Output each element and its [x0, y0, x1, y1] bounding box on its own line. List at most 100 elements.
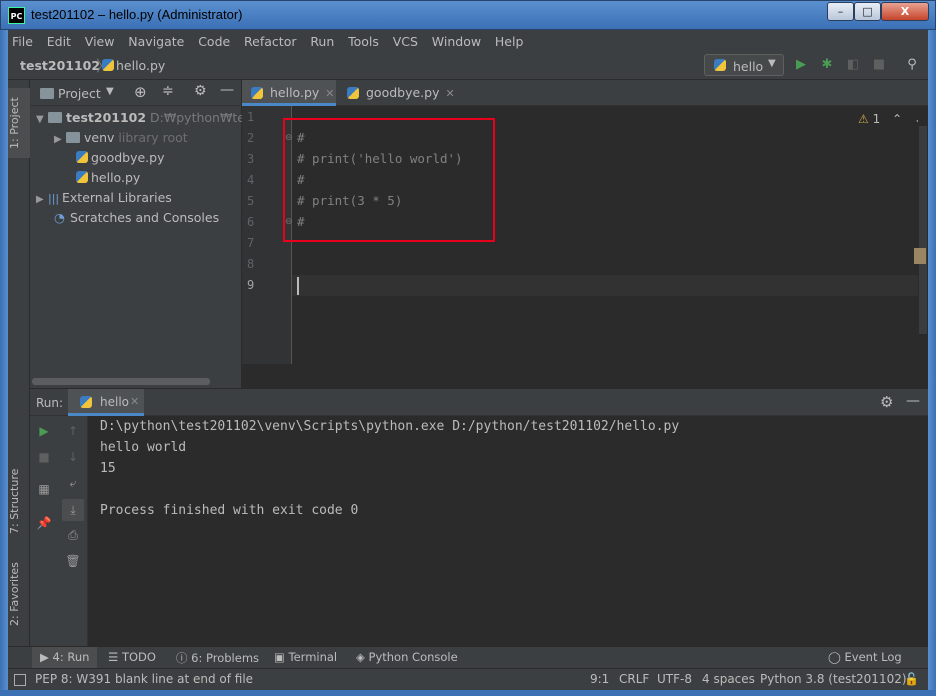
scroll-to-end-icon[interactable]: ⤓: [62, 499, 84, 521]
restore-layout-icon[interactable]: ▦: [35, 480, 53, 498]
menu-tools[interactable]: Tools: [344, 30, 383, 49]
print-icon[interactable]: ⎙: [64, 526, 82, 544]
tab-hello-py[interactable]: hello.py ✕: [242, 80, 336, 106]
python-console-icon: ◈: [356, 650, 365, 664]
structure-tool-tab[interactable]: 7: Structure: [8, 462, 30, 540]
editor-tab-bar: hello.py ✕ goodbye.py ✕: [242, 80, 928, 106]
tool-tab-run[interactable]: ▶ 4: Run: [32, 647, 98, 668]
menu-view[interactable]: View: [81, 30, 119, 49]
tool-window-bar: ▶ 4: Run ☰ TODO ⓘ 6: Problems ▣ Terminal…: [8, 646, 928, 668]
tree-item-label: Scratches and Consoles: [70, 210, 220, 225]
inspection-widget[interactable]: ⚠ 1 ⌃ ⌄: [858, 112, 924, 126]
locate-icon[interactable]: ⊕: [134, 83, 147, 101]
tree-item-external-libraries[interactable]: ▶ ||| External Libraries: [30, 188, 242, 208]
line-separator[interactable]: CRLF: [619, 672, 649, 686]
red-highlight-annotation: [283, 118, 495, 242]
tree-item-venv[interactable]: ▶ venv library root: [30, 128, 242, 148]
menu-file[interactable]: File: [8, 30, 37, 49]
rerun-icon[interactable]: ▶: [35, 422, 53, 440]
menu-run[interactable]: Run: [306, 30, 338, 49]
menu-edit[interactable]: Edit: [43, 30, 75, 49]
search-icon[interactable]: ⚲: [903, 56, 921, 74]
run-icon[interactable]: ▶: [792, 56, 810, 74]
line-number: 3: [247, 152, 255, 166]
caret-position[interactable]: 9:1: [590, 672, 609, 686]
run-tab-hello[interactable]: hello ✕: [68, 389, 144, 416]
tree-item-scratches[interactable]: ◔ Scratches and Consoles: [30, 208, 242, 228]
tool-tab-python-console[interactable]: ◈ Python Console: [356, 650, 458, 664]
run-icon: ▶: [40, 650, 49, 664]
tree-item-label: test201102: [66, 110, 147, 125]
tree-item-goodbye[interactable]: goodbye.py: [30, 148, 242, 168]
project-tool-tab[interactable]: 1: Project: [8, 88, 30, 158]
menu-bar: File Edit View Navigate Code Refactor Ru…: [8, 30, 928, 52]
tool-tab-terminal[interactable]: ▣ Terminal: [274, 650, 337, 664]
minimize-button[interactable]: –: [827, 2, 854, 21]
python-file-icon: [347, 87, 359, 99]
editor-scrollbar[interactable]: [914, 106, 928, 364]
event-log-icon: ◯: [828, 650, 841, 664]
tree-item-label: hello.py: [91, 170, 141, 185]
tree-item-hello[interactable]: hello.py: [30, 168, 242, 188]
tool-tab-label: Terminal: [288, 650, 338, 664]
soft-wrap-icon[interactable]: ⤶: [64, 474, 82, 492]
arrow-up-icon[interactable]: ↑: [64, 422, 82, 440]
chevron-down-icon[interactable]: ▼: [106, 86, 114, 97]
indent-setting[interactable]: 4 spaces: [702, 672, 755, 686]
tool-tab-problems[interactable]: ⓘ 6: Problems: [176, 650, 259, 666]
tab-goodbye-py[interactable]: goodbye.py ✕: [338, 80, 455, 106]
console-output[interactable]: D:\python\test201102\venv\Scripts\python…: [88, 416, 928, 646]
tree-item-root[interactable]: ▼ test201102 D:₩python₩test20: [30, 108, 242, 128]
chevron-up-icon[interactable]: ⌃: [892, 112, 902, 126]
arrow-down-icon[interactable]: ↓: [64, 448, 82, 466]
layout-toggle-icon[interactable]: [14, 674, 26, 686]
hide-panel-icon[interactable]: —: [220, 82, 234, 98]
tool-tab-label: Event Log: [844, 650, 902, 664]
stop-icon[interactable]: ■: [870, 56, 888, 74]
warning-stripe-marker[interactable]: [914, 248, 926, 264]
gear-icon[interactable]: ⚙: [880, 393, 893, 411]
pin-tab-icon[interactable]: 📌: [35, 514, 53, 532]
status-message[interactable]: PEP 8: W391 blank line at end of file: [35, 672, 253, 686]
menu-help[interactable]: Help: [491, 30, 528, 49]
trash-icon[interactable]: 🗑: [64, 552, 82, 570]
breadcrumb-project[interactable]: test201102: [20, 58, 100, 73]
stop-icon[interactable]: ■: [35, 448, 53, 466]
menu-refactor[interactable]: Refactor: [240, 30, 300, 49]
close-tab-icon[interactable]: ✕: [325, 87, 334, 100]
breadcrumb-file[interactable]: hello.py: [116, 58, 165, 73]
close-tab-icon[interactable]: ✕: [130, 395, 139, 408]
project-view-icon: [40, 88, 54, 99]
tool-tab-todo[interactable]: ☰ TODO: [108, 650, 156, 664]
status-bar: PEP 8: W391 blank line at end of file 9:…: [8, 668, 928, 690]
project-view-title[interactable]: Project: [58, 86, 101, 101]
window-title: test201102 – hello.py (Administrator): [31, 7, 243, 22]
horizontal-scrollbar[interactable]: [32, 378, 210, 385]
gear-icon[interactable]: ⚙: [194, 83, 207, 99]
menu-vcs[interactable]: VCS: [389, 30, 422, 49]
debug-icon[interactable]: ✱: [818, 56, 836, 74]
lock-icon[interactable]: 🔓: [904, 672, 919, 686]
hide-panel-icon[interactable]: —: [906, 393, 920, 409]
python-interpreter[interactable]: Python 3.8 (test201102): [760, 672, 907, 686]
chevron-down-icon: ▼: [768, 58, 776, 69]
scratches-icon: ◔: [54, 210, 65, 225]
menu-navigate[interactable]: Navigate: [124, 30, 188, 49]
close-button[interactable]: X: [881, 2, 929, 21]
chevron-right-icon: ▶: [36, 194, 44, 205]
close-tab-icon[interactable]: ✕: [446, 87, 455, 100]
coverage-icon[interactable]: ◧: [844, 56, 862, 74]
title-bar[interactable]: PC test201102 – hello.py (Administrator)…: [0, 0, 936, 30]
run-configuration-dropdown[interactable]: hello ▼: [704, 54, 784, 76]
tree-item-hint: library root: [118, 130, 188, 145]
collapse-all-icon[interactable]: ≑: [162, 83, 174, 99]
line-number-current: 9: [247, 278, 255, 292]
file-encoding[interactable]: UTF-8: [657, 672, 692, 686]
menu-window[interactable]: Window: [428, 30, 485, 49]
favorites-tool-tab[interactable]: 2: Favorites: [8, 556, 30, 632]
console-line: D:\python\test201102\venv\Scripts\python…: [100, 419, 680, 434]
tool-tab-event-log[interactable]: ◯ Event Log: [828, 650, 902, 664]
maximize-button[interactable]: □: [854, 2, 881, 21]
tool-tab-label: 6: Problems: [191, 651, 260, 665]
menu-code[interactable]: Code: [194, 30, 234, 49]
